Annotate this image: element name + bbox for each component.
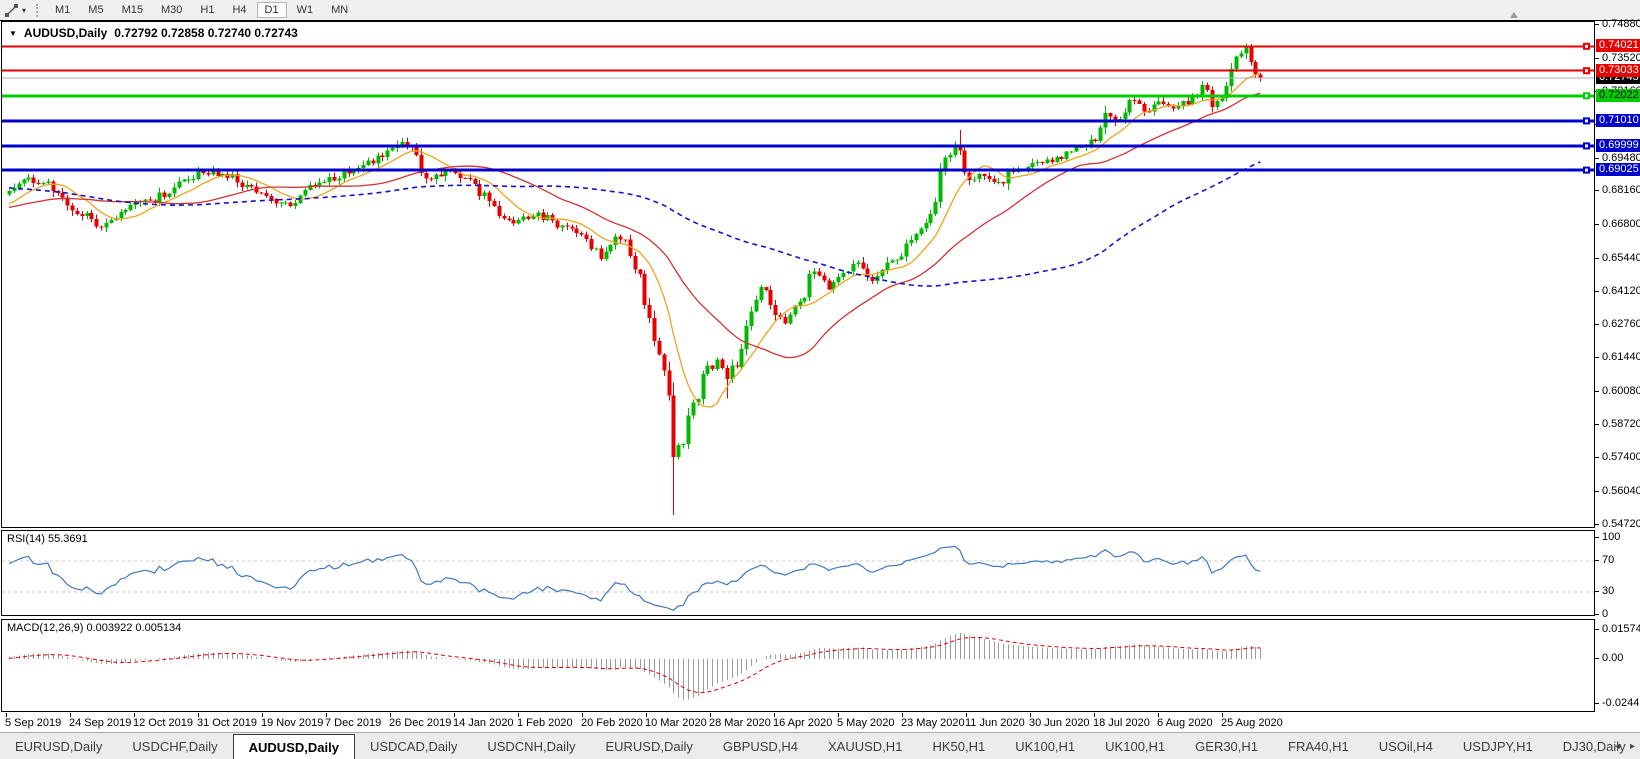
- axis-tick-label: 0.65440: [1602, 252, 1640, 265]
- chart-symbol-label: AUDUSD,Daily: [24, 26, 107, 40]
- date-axis-label: 1 Feb 2020: [517, 717, 573, 729]
- chart-tab-uk100-h1[interactable]: UK100,H1: [1090, 733, 1180, 759]
- tab-scroll-left-icon[interactable]: ◂: [1615, 741, 1620, 752]
- main-price-panel: ▼ AUDUSD,Daily 0.72792 0.72858 0.72740 0…: [1, 21, 1595, 528]
- date-axis-label: 19 Nov 2019: [261, 717, 323, 729]
- chart-tab-eurusd-daily[interactable]: EURUSD,Daily: [0, 733, 117, 759]
- line-studies-icon[interactable]: [4, 3, 19, 18]
- chart-title: ▼ AUDUSD,Daily 0.72792 0.72858 0.72740 0…: [9, 26, 298, 40]
- axis-tick-label: 0.60080: [1602, 385, 1640, 398]
- axis-tick-label: 0.64120: [1602, 285, 1640, 298]
- axis-tick-label: 0.66800: [1602, 218, 1640, 231]
- date-axis-label: 14 Jan 2020: [453, 717, 514, 729]
- timeframe-toolbar: M1M5M15M30H1H4D1W1MN: [46, 0, 357, 20]
- date-axis-label: 24 Sep 2019: [69, 717, 131, 729]
- chart-dropdown-icon[interactable]: ▼: [9, 29, 17, 38]
- timeframe-button-m30[interactable]: M30: [153, 2, 190, 18]
- dropdown-caret-icon[interactable]: ▾: [22, 6, 26, 15]
- date-axis-label: 7 Dec 2019: [325, 717, 381, 729]
- chart-tab-bar: EURUSD,DailyUSDCHF,DailyAUDUSD,DailyUSDC…: [0, 732, 1640, 759]
- chart-shift-marker: [1510, 12, 1518, 18]
- level-price-label: 0.69025: [1596, 163, 1640, 176]
- axis-tick-label: 0.56040: [1602, 485, 1640, 498]
- date-axis-label: 10 Mar 2020: [645, 717, 707, 729]
- chart-tab-xauusd-h1[interactable]: XAUUSD,H1: [813, 733, 917, 759]
- date-axis-label: 12 Oct 2019: [133, 717, 193, 729]
- chart-tab-usdchf-daily[interactable]: USDCHF,Daily: [117, 733, 232, 759]
- timeframe-button-m5[interactable]: M5: [80, 2, 111, 18]
- chart-tab-fra40-h1[interactable]: FRA40,H1: [1273, 733, 1364, 759]
- date-axis-label: 18 Jul 2020: [1093, 717, 1150, 729]
- axis-tick-label: 30: [1602, 585, 1614, 598]
- date-axis[interactable]: 5 Sep 2019 24 Sep 201912 Oct 2019 31 Oct 2…: [0, 713, 1640, 732]
- chart-ohlc-label: 0.72792 0.72858 0.72740 0.72743: [114, 26, 298, 40]
- timeframe-button-w1[interactable]: W1: [289, 2, 322, 18]
- timeframe-button-d1[interactable]: D1: [257, 2, 287, 18]
- rsi-axis[interactable]: 10070300: [1598, 530, 1640, 616]
- date-axis-label: 20 Feb 2020: [581, 717, 643, 729]
- rsi-panel: RSI(14) 55.3691: [1, 530, 1595, 616]
- date-axis-label: 16 Apr 2020: [773, 717, 832, 729]
- level-price-label: 0.74021: [1596, 39, 1640, 52]
- macd-indicator-label: MACD(12,26,9) 0.003922 0.005134: [7, 622, 181, 634]
- timeframe-button-h4[interactable]: H4: [224, 2, 254, 18]
- timeframe-button-mn[interactable]: MN: [323, 2, 356, 18]
- chart-tab-usdcad-daily[interactable]: USDCAD,Daily: [355, 733, 472, 759]
- timeframe-button-h1[interactable]: H1: [192, 2, 222, 18]
- axis-tick-label: 100: [1602, 531, 1620, 544]
- macd-chart[interactable]: [2, 620, 1594, 716]
- level-price-label: 0.71010: [1596, 114, 1640, 127]
- toolbar: ▾ M1M5M15M30H1H4D1W1MN: [0, 0, 1640, 20]
- axis-tick-label: 0.74880: [1602, 18, 1640, 31]
- macd-axis[interactable]: 0.015741 0.00 -0.024412: [1598, 619, 1640, 712]
- rsi-svg: [2, 531, 1594, 615]
- date-axis-label: 26 Dec 2019: [389, 717, 451, 729]
- candlestick-svg: [2, 22, 1594, 527]
- tab-scroll-right-icon[interactable]: ▸: [1630, 741, 1635, 752]
- date-axis-label: 11 Jun 2020: [965, 717, 1025, 729]
- chart-tab-usdcnh-daily[interactable]: USDCNH,Daily: [472, 733, 590, 759]
- axis-tick-label: 0.58720: [1602, 418, 1640, 431]
- chart-tab-uk100-h1[interactable]: UK100,H1: [1000, 733, 1090, 759]
- axis-tick-label: 0.015741: [1602, 623, 1640, 636]
- level-price-label: 0.73033: [1596, 64, 1640, 77]
- axis-tick-label: 0.61440: [1602, 351, 1640, 364]
- chart-tab-ger30-h1[interactable]: GER30,H1: [1180, 733, 1273, 759]
- mt4-chart-window: ▾ M1M5M15M30H1H4D1W1MN ▼ AUDUSD,Daily 0.…: [0, 0, 1640, 759]
- date-axis-label: 28 Mar 2020: [709, 717, 771, 729]
- level-price-label: 0.72022: [1596, 89, 1640, 102]
- chart-tab-gbpusd-h4[interactable]: GBPUSD,H4: [708, 733, 813, 759]
- date-axis-label: 5 Sep 2019: [5, 717, 61, 729]
- macd-svg: [2, 620, 1594, 711]
- date-axis-label: 6 Aug 2020: [1157, 717, 1213, 729]
- axis-tick-label: 0.57400: [1602, 451, 1640, 464]
- level-price-label: 0.69999: [1596, 139, 1640, 152]
- macd-panel: MACD(12,26,9) 0.003922 0.005134: [1, 619, 1595, 712]
- timeframe-button-m15[interactable]: M15: [114, 2, 151, 18]
- price-axis[interactable]: 0.748800.735200.721600.708400.694800.681…: [1598, 21, 1640, 528]
- toolbar-grip: [36, 4, 38, 17]
- axis-tick-label: 0.68160: [1602, 184, 1640, 197]
- chart-tab-usoil-h4[interactable]: USOil,H4: [1364, 733, 1448, 759]
- chart-tab-audusd-daily[interactable]: AUDUSD,Daily: [233, 734, 355, 759]
- date-axis-label: 23 May 2020: [901, 717, 965, 729]
- date-axis-label: 30 Jun 2020: [1029, 717, 1090, 729]
- date-axis-label: 31 Oct 2019: [197, 717, 257, 729]
- rsi-chart[interactable]: [2, 531, 1594, 620]
- axis-tick-label: 0.54720: [1602, 518, 1640, 531]
- chart-tab-eurusd-daily[interactable]: EURUSD,Daily: [590, 733, 707, 759]
- chart-tab-usdjpy-h1[interactable]: USDJPY,H1: [1448, 733, 1548, 759]
- axis-tick-label: 0.73520: [1602, 52, 1640, 65]
- tab-scroll-buttons: ◂▸: [1615, 733, 1635, 759]
- axis-tick-label: 0.62760: [1602, 318, 1640, 331]
- axis-tick-label: 70: [1602, 554, 1614, 567]
- rsi-indicator-label: RSI(14) 55.3691: [7, 533, 88, 545]
- chart-tab-hk50-h1[interactable]: HK50,H1: [917, 733, 1000, 759]
- timeframe-button-m1[interactable]: M1: [47, 2, 78, 18]
- axis-tick-label: -0.024412: [1602, 697, 1640, 710]
- price-chart[interactable]: [2, 22, 1594, 532]
- axis-tick-label: 0.00: [1602, 652, 1623, 665]
- date-axis-label: 25 Aug 2020: [1221, 717, 1283, 729]
- date-axis-label: 5 May 2020: [837, 717, 894, 729]
